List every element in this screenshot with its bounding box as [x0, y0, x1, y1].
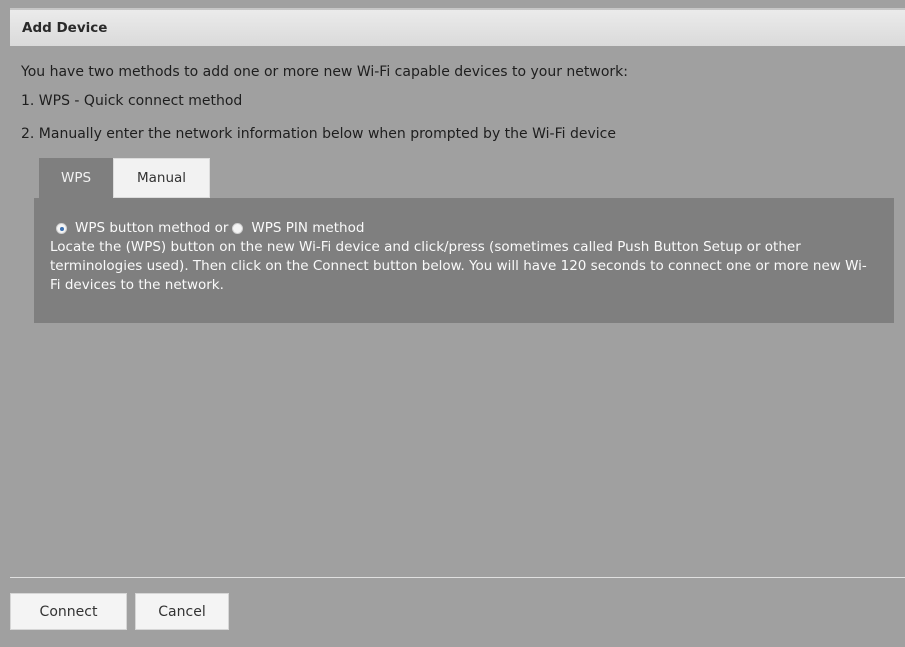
wps-pin-method-radio[interactable] [232, 223, 244, 234]
connect-button[interactable]: Connect [10, 593, 127, 630]
method-1-line: 1. WPS - Quick connect method [21, 93, 243, 109]
dialog-title: Add Device [10, 8, 905, 46]
tab-wps[interactable]: WPS [39, 158, 113, 198]
method-tabs: WPS Manual [39, 158, 210, 198]
footer-divider [10, 577, 905, 578]
intro-line: You have two methods to add one or more … [21, 64, 628, 80]
method-2-line: 2. Manually enter the network informatio… [21, 126, 616, 142]
dialog-footer: Connect Cancel [10, 593, 229, 630]
cancel-button[interactable]: Cancel [135, 593, 229, 630]
wps-pin-method-label: WPS PIN method [251, 220, 365, 236]
wps-button-method-radio[interactable] [56, 223, 67, 234]
wps-method-options: WPS button method or WPS PIN method [52, 219, 894, 238]
wps-button-method-label: WPS button method or [75, 220, 229, 236]
wps-instructions: Locate the (WPS) button on the new Wi-Fi… [50, 239, 867, 293]
intro-text-block: You have two methods to add one or more … [10, 46, 905, 149]
wps-panel: WPS button method or WPS PIN method Loca… [34, 198, 894, 323]
tab-manual[interactable]: Manual [113, 158, 210, 198]
add-device-dialog: Add Device You have two methods to add o… [10, 8, 905, 647]
